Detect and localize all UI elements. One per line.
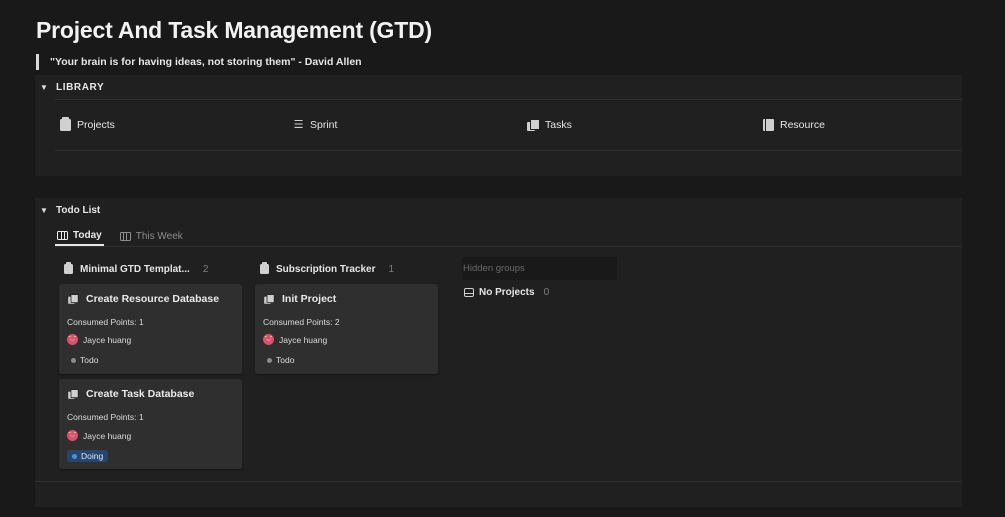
- stack-icon: [68, 389, 79, 399]
- list-icon: ☰: [293, 119, 304, 131]
- tab-this-week[interactable]: This Week: [118, 226, 185, 246]
- page-icon: [64, 262, 73, 274]
- card-points: Consumed Points: 2: [263, 317, 340, 327]
- board-group-minimal-gtd: Minimal GTD Templat... 2 Create Resource…: [59, 262, 242, 469]
- status-badge: Todo: [67, 354, 103, 366]
- inbox-icon: [464, 288, 474, 297]
- library-link-resource[interactable]: Resource: [763, 119, 825, 131]
- page-icon: [60, 117, 71, 131]
- card-status: Todo: [263, 354, 299, 366]
- status-dot-icon: [72, 453, 77, 459]
- page-quote: "Your brain is for having ideas, not sto…: [36, 54, 362, 70]
- task-card[interactable]: Create Task Database Consumed Points: 1 …: [59, 379, 242, 469]
- board-group-subscription-tracker: Subscription Tracker 1 Init Project Cons…: [255, 262, 438, 374]
- hidden-groups-header[interactable]: Hidden groups: [462, 257, 617, 280]
- status-label: Todo: [80, 355, 99, 365]
- view-tabs: Today This Week: [55, 226, 185, 246]
- card-title-row: Create Resource Database: [67, 293, 219, 305]
- card-status: Todo: [67, 354, 103, 366]
- library-link-tasks[interactable]: Tasks: [527, 119, 572, 131]
- library-link-label: Projects: [77, 119, 115, 131]
- group-header[interactable]: Subscription Tracker 1: [255, 262, 438, 276]
- group-name: Minimal GTD Templat...: [80, 263, 190, 275]
- status-badge: Doing: [67, 450, 109, 462]
- group-name: Subscription Tracker: [276, 263, 376, 275]
- stack-icon: [264, 294, 275, 304]
- divider: [55, 99, 962, 100]
- card-title-row: Create Task Database: [67, 388, 194, 400]
- hidden-group-count: 0: [543, 287, 550, 298]
- card-points: Consumed Points: 1: [67, 412, 144, 422]
- group-count: 2: [202, 263, 209, 275]
- assignee-name: Jayce huang: [83, 334, 132, 345]
- assignee-name: Jayce huang: [83, 430, 132, 441]
- library-link-label: Resource: [780, 119, 825, 131]
- library-links: Projects ☰ Sprint Tasks Resource: [35, 117, 962, 135]
- card-assignee: ˘◡˘ Jayce huang: [263, 334, 327, 345]
- page-icon: [260, 262, 269, 274]
- stack-icon: [68, 294, 79, 304]
- task-card[interactable]: Init Project Consumed Points: 2 ˘◡˘ Jayc…: [255, 284, 438, 374]
- divider: [55, 150, 962, 151]
- card-status: Doing: [67, 450, 109, 462]
- status-label: Doing: [81, 451, 104, 461]
- library-section: ▼ LIBRARY Projects ☰ Sprint Tasks Resour…: [35, 75, 962, 176]
- card-title: Init Project: [282, 293, 337, 305]
- book-icon: [763, 119, 774, 131]
- page-title: Project And Task Management (GTD): [36, 17, 432, 43]
- hidden-group-no-projects[interactable]: No Projects 0: [464, 287, 549, 298]
- library-link-label: Sprint: [310, 119, 338, 131]
- status-dot-icon: [267, 357, 272, 363]
- card-title-row: Init Project: [263, 293, 336, 305]
- toggle-arrow-icon[interactable]: ▼: [40, 206, 48, 215]
- card-title: Create Resource Database: [86, 293, 220, 305]
- card-points: Consumed Points: 1: [67, 317, 144, 327]
- library-link-projects[interactable]: Projects: [60, 117, 115, 131]
- avatar: ˘◡˘: [263, 334, 274, 345]
- todo-toggle-label: Todo List: [56, 204, 101, 216]
- library-link-label: Tasks: [545, 119, 572, 131]
- assignee-name: Jayce huang: [279, 334, 328, 345]
- stack-icon: [527, 119, 540, 131]
- tab-label: This Week: [135, 230, 183, 242]
- card-assignee: ˘◡˘ Jayce huang: [67, 334, 131, 345]
- avatar: ˘◡˘: [67, 430, 78, 441]
- library-link-sprint[interactable]: ☰ Sprint: [293, 119, 338, 131]
- board-icon: [57, 230, 68, 240]
- group-count: 1: [388, 263, 395, 275]
- avatar: ˘◡˘: [67, 334, 78, 345]
- task-card[interactable]: Create Resource Database Consumed Points…: [59, 284, 242, 374]
- card-title: Create Task Database: [86, 388, 195, 400]
- status-dot-icon: [71, 357, 76, 363]
- hidden-group-label: No Projects: [479, 287, 535, 298]
- tab-today[interactable]: Today: [55, 226, 104, 246]
- tab-label: Today: [73, 229, 102, 241]
- divider: [55, 246, 962, 247]
- group-header[interactable]: Minimal GTD Templat... 2: [59, 262, 242, 276]
- board-icon: [119, 231, 131, 241]
- divider: [35, 481, 962, 482]
- library-toggle[interactable]: ▼ LIBRARY: [40, 79, 104, 95]
- status-label: Todo: [276, 355, 295, 365]
- toggle-arrow-icon[interactable]: ▼: [40, 83, 48, 92]
- library-toggle-label: LIBRARY: [56, 81, 105, 93]
- card-assignee: ˘◡˘ Jayce huang: [67, 430, 131, 441]
- todo-section: ▼ Todo List Today This Week Minimal GTD …: [35, 198, 962, 507]
- todo-toggle[interactable]: ▼ Todo List: [40, 202, 100, 218]
- status-badge: Todo: [263, 354, 299, 366]
